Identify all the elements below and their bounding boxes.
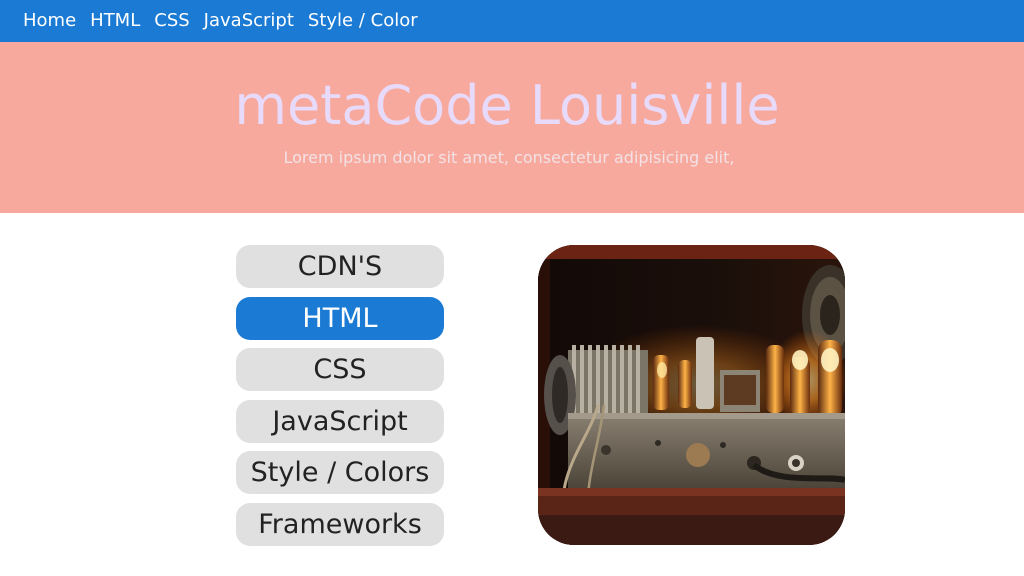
hero-banner: metaCode Louisville Lorem ipsum dolor si… [0,42,1024,213]
vintage-radio-illustration [538,245,845,545]
nav-link-css[interactable]: CSS [154,0,189,42]
menu-button-frameworks[interactable]: Frameworks [236,502,444,546]
menu-button-css[interactable]: CSS [236,348,444,391]
side-menu: CDN'S HTML CSS JavaScript Style / Colors… [236,245,444,554]
menu-button-cdns[interactable]: CDN'S [236,245,444,288]
site-subtitle: Lorem ipsum dolor sit amet, consectetur … [283,148,735,167]
nav-link-style-color[interactable]: Style / Color [308,0,418,42]
menu-button-javascript[interactable]: JavaScript [236,399,444,443]
nav-link-javascript[interactable]: JavaScript [204,0,294,42]
menu-button-html[interactable]: HTML [236,296,444,340]
site-title: metaCode Louisville [234,74,780,137]
nav-link-html[interactable]: HTML [90,0,140,42]
top-nav: Home HTML CSS JavaScript Style / Color [0,0,1024,42]
nav-link-home[interactable]: Home [23,0,76,42]
menu-button-style-colors[interactable]: Style / Colors [236,451,444,494]
vintage-radio-photo [538,245,845,545]
